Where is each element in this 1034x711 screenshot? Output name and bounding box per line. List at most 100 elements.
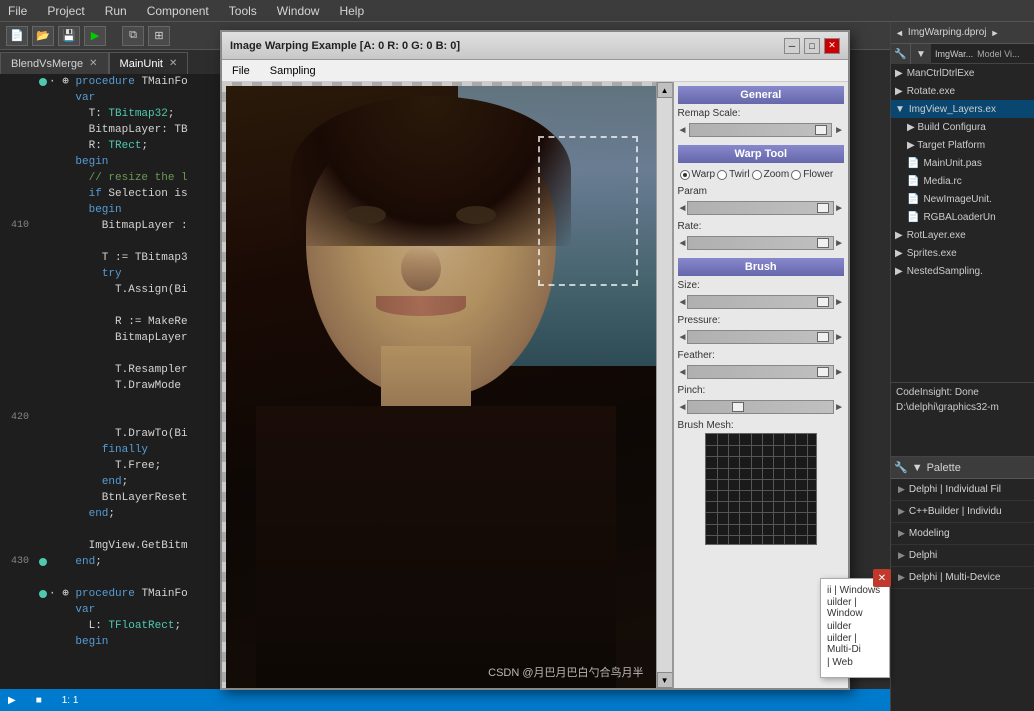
file-tree-item-3[interactable]: ▶ Build Configura — [891, 118, 1034, 136]
palette-item-1[interactable]: ▶ C++Builder | Individu — [890, 501, 1034, 523]
remap-scale-slider[interactable] — [689, 123, 832, 137]
overlay-close-btn[interactable]: ✕ — [873, 569, 891, 587]
palette-title: Palette — [927, 462, 961, 474]
file-tree-item-2[interactable]: ▼ ImgView_Layers.ex — [891, 100, 1034, 118]
brush-title: Brush — [678, 258, 844, 276]
file-tree-item-1[interactable]: ▶ Rotate.exe — [891, 82, 1034, 100]
overlay-item-3[interactable]: uilder | Multi-Di — [823, 635, 887, 653]
code-line-2: var — [0, 90, 223, 106]
menu-window[interactable]: Window — [273, 2, 324, 20]
dialog-menubar: File Sampling — [222, 60, 848, 82]
file-tree-item-5[interactable]: 📄 MainUnit.pas — [891, 154, 1034, 172]
warp-tool-title: Warp Tool — [678, 145, 844, 163]
brush-section: Brush Size: ◄ ► Pressure: ◄ ► — [678, 258, 844, 545]
remap-scale-thumb[interactable] — [815, 125, 827, 135]
size-thumb[interactable] — [817, 297, 829, 307]
rate-arrow-right: ► — [834, 238, 844, 249]
menu-tools[interactable]: Tools — [225, 2, 261, 20]
expand-2: ▶ — [898, 528, 905, 539]
file-tree-item-8[interactable]: 📄 RGBALoaderUn — [891, 208, 1034, 226]
file-tree-item-9[interactable]: ▶ RotLayer.exe — [891, 226, 1034, 244]
bottom-run-btn[interactable]: ▶ — [8, 695, 16, 706]
rate-arrow-left: ◄ — [678, 238, 688, 249]
menu-file[interactable]: File — [4, 2, 31, 20]
palette-item-4[interactable]: ▶ Delphi | Multi-Device — [890, 567, 1034, 589]
feather-thumb[interactable] — [817, 367, 829, 377]
right-panel: ◄ ImgWarping.dproj ► 🔧 ▼ ImgWar... Model… — [890, 22, 1034, 711]
canvas-area[interactable]: CSDN @月巴月巴白勺合鸟月半 — [222, 82, 656, 688]
toolbar-extra2-btn[interactable]: ⊞ — [148, 26, 170, 46]
rate-slider[interactable] — [687, 236, 834, 250]
dialog-close-btn[interactable]: ✕ — [824, 38, 840, 54]
palette-label-4: Delphi | Multi-Device — [909, 572, 1001, 583]
palette-btn2[interactable]: ▼ — [912, 462, 923, 474]
code-insight-label: CodeInsight: Done — [896, 387, 1028, 398]
dialog-menu-file[interactable]: File — [228, 63, 254, 79]
toolbar-extra1-btn[interactable]: ⧉ — [122, 26, 144, 46]
toolbar-new-btn[interactable]: 📄 — [6, 26, 28, 46]
feather-slider[interactable] — [687, 365, 834, 379]
right-panel-collapse[interactable]: ◄ — [895, 28, 904, 38]
proj-btn1[interactable]: 🔧 — [891, 44, 911, 64]
pressure-slider[interactable] — [687, 330, 834, 344]
file-tree-item-6[interactable]: 📄 Media.rc — [891, 172, 1034, 190]
param-slider[interactable] — [687, 201, 834, 215]
param-thumb[interactable] — [817, 203, 829, 213]
palette-btn1[interactable]: 🔧 — [894, 461, 908, 474]
expand-3: ▶ — [898, 550, 905, 561]
radio-zoom-btn[interactable] — [752, 170, 762, 180]
radio-twirl-btn[interactable] — [717, 170, 727, 180]
pressure-thumb[interactable] — [817, 332, 829, 342]
overlay-item-1[interactable]: uilder | Window — [823, 599, 887, 617]
palette-item-2[interactable]: ▶ Modeling — [890, 523, 1034, 545]
scroll-up-btn[interactable]: ▲ — [657, 82, 673, 98]
pinch-slider[interactable] — [687, 400, 834, 414]
file-tree-item-7[interactable]: 📄 NewImageUnit. — [891, 190, 1034, 208]
file-tree-item-0[interactable]: ▶ ManCtrlDtrlExe — [891, 64, 1034, 82]
tab-blend-close[interactable]: ✕ — [89, 58, 97, 69]
radio-zoom[interactable]: Zoom — [752, 169, 790, 180]
code-line-resampler: T.Resampler — [0, 362, 223, 378]
palette-item-0[interactable]: ▶ Delphi | Individual Fil — [890, 479, 1034, 501]
menu-project[interactable]: Project — [43, 2, 88, 20]
tab-main-unit[interactable]: MainUnit ✕ — [109, 52, 189, 74]
tab-main-close[interactable]: ✕ — [169, 58, 177, 69]
file-tree-item-11[interactable]: ▶ NestedSampling. — [891, 262, 1034, 280]
feather-arrow-right: ► — [834, 367, 844, 378]
toolbar-open-btn[interactable]: 📂 — [32, 26, 54, 46]
rate-thumb[interactable] — [817, 238, 829, 248]
project-tab1[interactable]: ImgWar... — [935, 49, 973, 59]
code-line-bitmaplayer: BitmapLayer — [0, 330, 223, 346]
radio-flower[interactable]: Flower — [791, 169, 833, 180]
dialog-menu-sampling[interactable]: Sampling — [266, 63, 320, 79]
menu-help[interactable]: Help — [335, 2, 368, 20]
size-slider[interactable] — [687, 295, 834, 309]
code-line-empty2 — [0, 298, 223, 314]
code-editor[interactable]: · ⊕ procedure TMainFo var T: TBitmap32; … — [0, 74, 224, 711]
dialog-minimize-btn[interactable]: ─ — [784, 38, 800, 54]
radio-twirl[interactable]: Twirl — [717, 169, 750, 180]
toolbar-save-btn[interactable]: 💾 — [58, 26, 80, 46]
radio-warp[interactable]: Warp — [680, 169, 716, 180]
menu-run[interactable]: Run — [101, 2, 131, 20]
scroll-track[interactable] — [657, 98, 672, 672]
file-label-2: ImgView_Layers.ex — [909, 104, 996, 115]
overlay-item-4[interactable]: | Web — [823, 653, 887, 671]
toolbar-run-btn[interactable]: ▶ — [84, 26, 106, 46]
radio-flower-btn[interactable] — [791, 170, 801, 180]
scroll-down-btn[interactable]: ▼ — [657, 672, 673, 688]
right-panel-expand[interactable]: ► — [990, 28, 999, 38]
pinch-thumb[interactable] — [732, 402, 744, 412]
project-tab2[interactable]: Model Vi... — [977, 49, 1019, 59]
image-canvas[interactable] — [226, 86, 656, 688]
radio-warp-btn[interactable] — [680, 170, 690, 180]
menu-component[interactable]: Component — [143, 2, 213, 20]
file-tree-item-10[interactable]: ▶ Sprites.exe — [891, 244, 1034, 262]
dialog-maximize-btn[interactable]: □ — [804, 38, 820, 54]
file-tree-item-4[interactable]: ▶ Target Platform — [891, 136, 1034, 154]
bottom-stop-btn[interactable]: ■ — [36, 695, 42, 706]
code-line-1: · ⊕ procedure TMainFo — [0, 74, 223, 90]
proj-btn2[interactable]: ▼ — [911, 44, 931, 64]
palette-item-3[interactable]: ▶ Delphi — [890, 545, 1034, 567]
tab-blend-vs-merge[interactable]: BlendVsMerge ✕ — [0, 52, 109, 74]
